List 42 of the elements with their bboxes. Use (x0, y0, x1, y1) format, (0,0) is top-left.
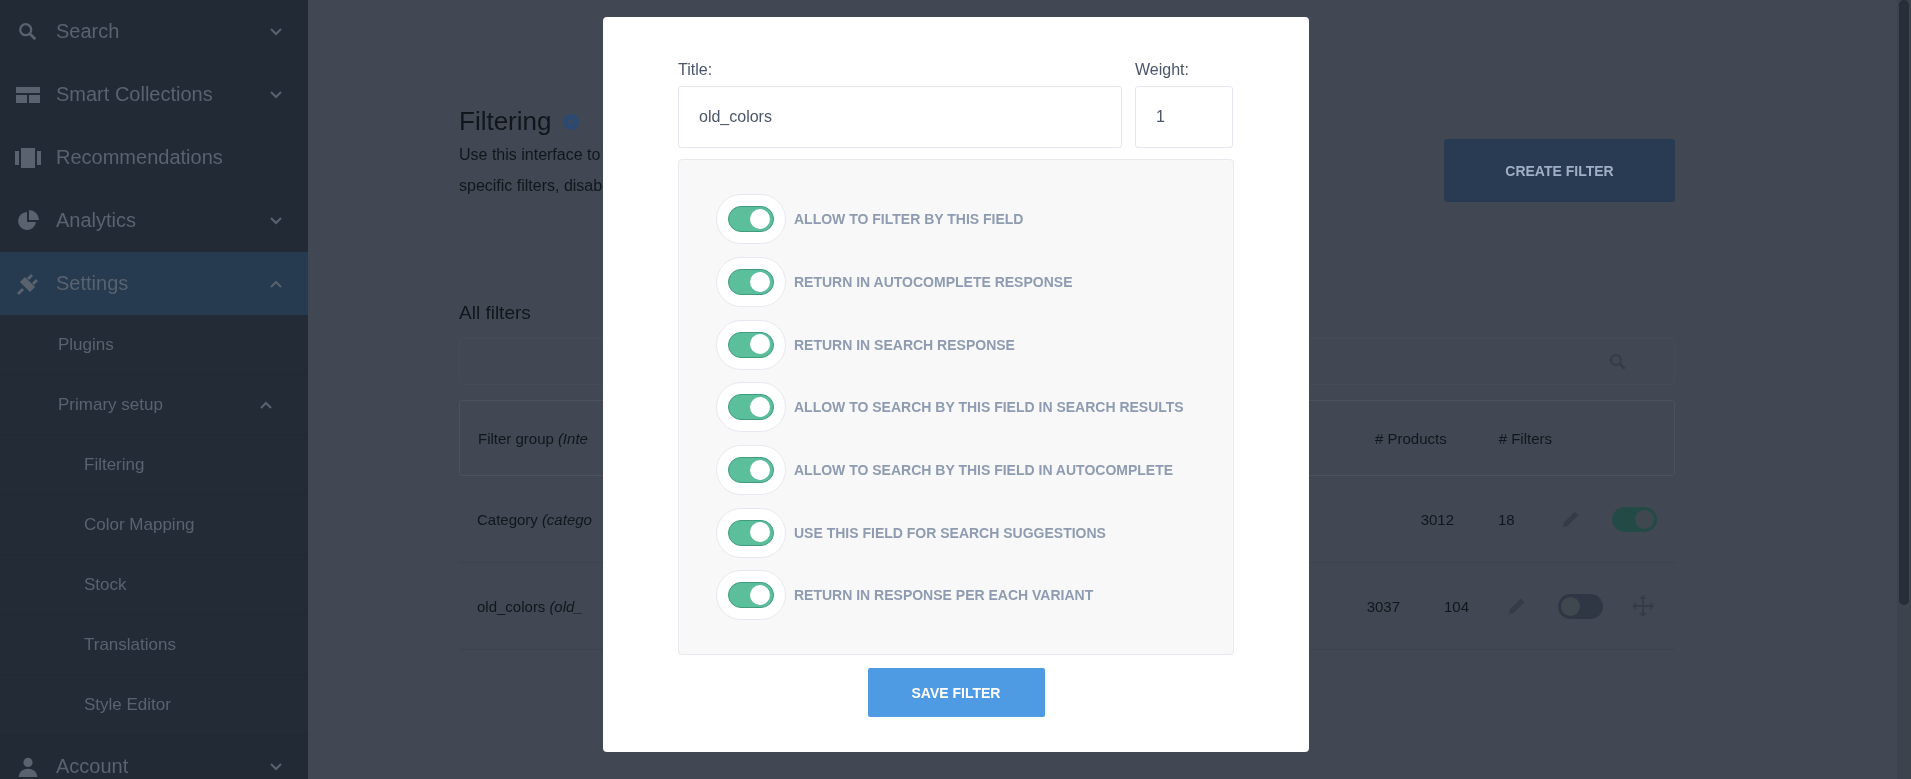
toggle-switch[interactable] (728, 331, 774, 358)
option-label: ALLOW TO SEARCH BY THIS FIELD IN SEARCH RESULTS (794, 399, 1184, 416)
toggle-switch[interactable] (728, 519, 774, 546)
column-header: # Products (1374, 429, 1447, 447)
user-icon (17, 755, 39, 778)
table-cell: 3037 (1366, 597, 1400, 615)
table-cell: Category (477, 510, 538, 528)
option-label: ALLOW TO FILTER BY THIS FIELD (794, 211, 1024, 228)
search-icon (17, 20, 39, 43)
toggle-switch[interactable] (728, 206, 774, 233)
option-label: RETURN IN AUTOCOMPLETE RESPONSE (794, 274, 1073, 291)
columns-icon (15, 146, 41, 169)
toggle-switch[interactable] (728, 394, 774, 421)
save-filter-button[interactable]: SAVE FILTER (867, 668, 1045, 717)
sidebar-item[interactable]: Search (0, 0, 308, 63)
option-label: ALLOW TO SEARCH BY THIS FIELD IN AUTOCOMPLETE (794, 462, 1174, 479)
section-title: All filters (459, 302, 531, 324)
toggle-switch[interactable] (1612, 506, 1657, 532)
option-label: USE THIS FIELD FOR SEARCH SUGGESTIONS (794, 524, 1106, 541)
option-label: RETURN IN RESPONSE PER EACH VARIANT (794, 587, 1094, 604)
sidebar-item[interactable]: Recommendations (0, 126, 308, 189)
table-cell: (old_ (549, 597, 583, 615)
weight-input[interactable]: 1 (1135, 86, 1233, 148)
pie-chart-icon (16, 208, 40, 233)
layout-icon (15, 84, 41, 105)
field-label: Title: (678, 61, 714, 79)
sidebar-item[interactable]: Analytics (0, 189, 308, 252)
title-input[interactable]: old_colors (678, 86, 1122, 148)
table-cell: old_colors (477, 597, 546, 615)
table-cell: (catego (541, 510, 592, 528)
create-filter-button[interactable]: CREATE FILTER (1444, 139, 1675, 202)
field-label: Weight: (1135, 61, 1190, 79)
page-title: Filtering (459, 106, 552, 137)
sidebar-item[interactable]: Smart Collections (0, 63, 308, 126)
description-text: Use this interface to (459, 145, 602, 165)
table-cell: 3012 (1420, 510, 1454, 528)
toggle-switch[interactable] (728, 269, 774, 296)
toggle-switch[interactable] (728, 457, 774, 484)
option-label: RETURN IN SEARCH RESPONSE (794, 336, 1015, 353)
sidebar-item[interactable]: Account (0, 735, 308, 779)
toggle-switch[interactable] (728, 582, 774, 609)
plug-icon (16, 271, 40, 296)
